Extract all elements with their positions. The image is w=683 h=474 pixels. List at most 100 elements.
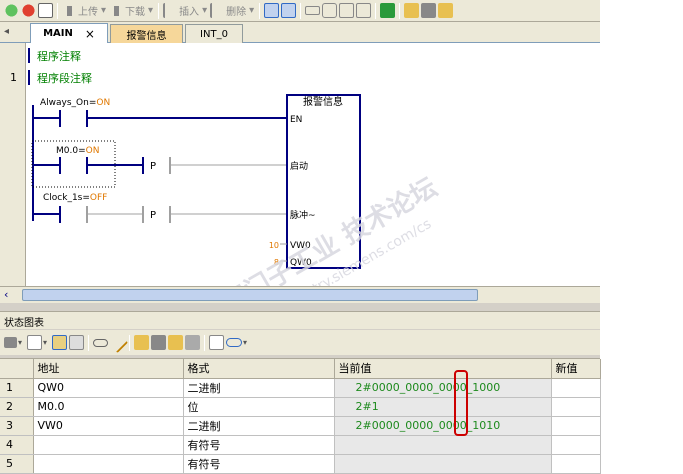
trend-view-icon[interactable] xyxy=(52,335,68,350)
header-current-value[interactable]: 当前值 xyxy=(334,359,552,379)
status-chart-grid: 地址 格式 当前值 新值 1 QW0 二进制 2#0000_0000_0000_… xyxy=(0,358,601,474)
current-value: 2#1 xyxy=(355,400,379,413)
current-value-cell xyxy=(334,435,552,455)
chevron-down-icon: ▾ xyxy=(202,5,208,16)
header-format[interactable]: 格式 xyxy=(183,359,335,379)
format-cell[interactable]: 二进制 xyxy=(183,416,335,436)
chevron-down-icon[interactable]: ▾ xyxy=(43,338,47,347)
ladder-diagram: 程序注释 程序段注释 Always_On=ON M0.0=ON P Clock_ xyxy=(28,48,442,287)
glasses-icon[interactable] xyxy=(93,338,109,347)
go-to-icon[interactable] xyxy=(380,3,396,18)
toolbar-separator xyxy=(88,334,90,351)
format-cell[interactable]: 位 xyxy=(183,397,335,417)
new-value-cell[interactable] xyxy=(551,416,601,436)
tab-main[interactable]: MAIN × xyxy=(30,23,108,43)
table-row[interactable]: 5 有符号 xyxy=(0,454,601,474)
table-row[interactable]: 3 VW0 二进制 2#0000_0000_0000_1010 xyxy=(0,416,601,436)
network-gutter: 1 xyxy=(0,43,26,287)
upload-button[interactable]: 上传 ▾ xyxy=(61,2,106,20)
close-icon[interactable]: × xyxy=(85,27,95,41)
chevron-down-icon: ▾ xyxy=(148,5,154,16)
download-arrow-icon xyxy=(109,3,125,18)
toolbar-separator xyxy=(158,2,160,19)
trend-icon[interactable] xyxy=(209,335,225,350)
p-label-2: P xyxy=(150,210,156,221)
pause-icon[interactable] xyxy=(69,335,85,350)
p-label-1: P xyxy=(150,161,156,172)
read-forced-icon[interactable] xyxy=(185,335,201,350)
scroll-thumb[interactable] xyxy=(22,289,478,301)
table-header: 地址 格式 当前值 新值 xyxy=(0,359,601,379)
toolbar-separator xyxy=(399,2,401,19)
insert-branch-icon[interactable] xyxy=(356,3,372,18)
tab-main-label: MAIN xyxy=(43,28,73,39)
table-row[interactable]: 2 M0.0 位 2#1 xyxy=(0,397,601,417)
chevron-down-icon[interactable]: ▾ xyxy=(18,338,22,347)
toolbar-separator xyxy=(57,2,58,19)
format-cell[interactable]: 有符号 xyxy=(183,435,335,455)
tab-scroll-left-icon[interactable]: ◂ xyxy=(4,26,9,37)
current-value-cell: 2#0000_0000_0000_1010 xyxy=(334,416,552,436)
format-cell[interactable]: 二进制 xyxy=(183,378,335,398)
always-on-label: Always_On=ON xyxy=(40,98,110,108)
run-icon[interactable] xyxy=(4,3,19,18)
upload-label: 上传 xyxy=(78,7,98,18)
unlock-icon[interactable] xyxy=(421,3,437,18)
pin-pulse: 脉冲~ xyxy=(290,209,316,221)
toolbar-separator xyxy=(129,334,131,351)
row-number: 4 xyxy=(0,435,34,455)
program-status-icon[interactable] xyxy=(264,3,280,18)
editor-tab-bar: ◂ MAIN × 报警信息 INT_0 xyxy=(0,22,600,43)
pencil-icon[interactable] xyxy=(106,331,129,354)
tab-int-0[interactable]: INT_0 xyxy=(185,24,243,43)
network-number: 1 xyxy=(10,71,17,84)
insert-contact-icon[interactable] xyxy=(305,6,321,15)
new-value-cell[interactable] xyxy=(551,454,601,474)
new-value-cell[interactable] xyxy=(551,435,601,455)
pin-en: EN xyxy=(290,115,302,125)
status-chart-icon[interactable] xyxy=(281,3,297,18)
delete-button[interactable]: 删除 ▾ xyxy=(209,2,254,20)
new-value-cell[interactable] xyxy=(551,378,601,398)
scroll-left-icon[interactable]: ‹ xyxy=(4,288,8,301)
toolbar-separator xyxy=(204,334,206,351)
header-new-value[interactable]: 新值 xyxy=(551,359,601,379)
editor-hscrollbar[interactable]: ‹ xyxy=(0,286,600,303)
chevron-down-icon[interactable]: ▾ xyxy=(243,338,247,347)
status-chart-title: 状态图表 xyxy=(0,311,600,329)
format-cell[interactable]: 有符号 xyxy=(183,454,335,474)
row-number: 5 xyxy=(0,454,34,474)
toolbar-separator xyxy=(300,2,302,19)
network-comment-marker xyxy=(28,70,30,85)
tag-icon[interactable] xyxy=(226,338,243,347)
unforce-icon[interactable] xyxy=(151,335,167,350)
ladder-editor[interactable]: 1 程序注释 程序段注释 Always_On=ON M0.0=ON P Cloc… xyxy=(0,43,600,287)
header-address[interactable]: 地址 xyxy=(33,359,184,379)
table-row[interactable]: 1 QW0 二进制 2#0000_0000_0000_1000 xyxy=(0,378,601,398)
force-icon[interactable] xyxy=(438,3,454,18)
compile-icon[interactable] xyxy=(38,3,53,18)
insert-button[interactable]: 插入 ▾ xyxy=(162,2,207,20)
current-value: 2#0000_0000_0000_1010 xyxy=(355,419,501,432)
lock-icon[interactable] xyxy=(404,3,420,18)
download-label: 下载 xyxy=(125,7,146,18)
insert-coil-icon[interactable] xyxy=(322,3,338,18)
current-value-cell: 2#0000_0000_0000_1000 xyxy=(334,378,552,398)
table-row[interactable]: 4 有符号 xyxy=(0,435,601,455)
force-add-icon[interactable] xyxy=(168,335,184,350)
current-value-cell: 2#1 xyxy=(334,397,552,417)
address-cell[interactable]: VW0 xyxy=(33,416,184,436)
address-cell[interactable] xyxy=(33,454,184,474)
insert-box-icon[interactable] xyxy=(339,3,355,18)
new-table-icon[interactable] xyxy=(27,335,43,350)
address-cell[interactable] xyxy=(33,435,184,455)
address-cell[interactable]: QW0 xyxy=(33,378,184,398)
stop-icon[interactable] xyxy=(21,3,36,18)
new-value-cell[interactable] xyxy=(551,397,601,417)
address-cell[interactable]: M0.0 xyxy=(33,397,184,417)
pane-splitter[interactable] xyxy=(0,303,600,311)
download-button[interactable]: 下载 ▾ xyxy=(108,2,153,20)
tab-alarm-info[interactable]: 报警信息 xyxy=(110,24,183,43)
force-lock-icon[interactable] xyxy=(134,335,150,350)
add-icon[interactable] xyxy=(4,337,17,348)
